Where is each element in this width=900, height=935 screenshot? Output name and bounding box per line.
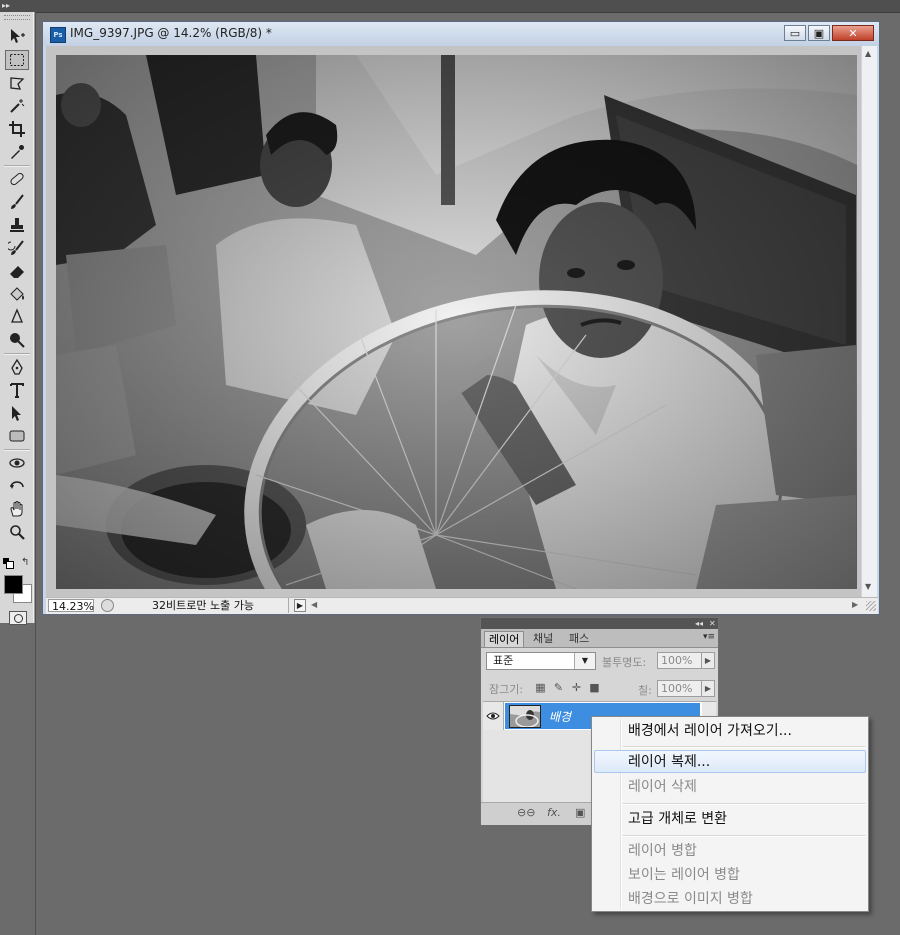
canvas-area[interactable] <box>46 46 861 597</box>
context-menu-separator <box>623 803 865 805</box>
maximize-button[interactable]: ▣ <box>808 25 830 41</box>
context-menu-gutter <box>620 719 622 909</box>
lock-icons-group: ▦ ✎ ✛ ■ <box>534 681 601 694</box>
tools-panel: ↰ <box>0 12 35 625</box>
menu-item-merge-layers[interactable]: 레이어 병합 <box>628 841 697 861</box>
mask-icon[interactable]: ▣ <box>575 806 585 819</box>
pen-tool-icon[interactable] <box>5 357 29 377</box>
lock-image-icon[interactable]: ✎ <box>552 681 565 694</box>
layer-thumbnail <box>509 705 541 728</box>
blend-mode-select[interactable]: 표준 ▼ <box>486 652 596 670</box>
lock-transparency-icon[interactable]: ▦ <box>534 681 547 694</box>
lock-position-icon[interactable]: ✛ <box>570 681 583 694</box>
blur-tool-icon[interactable] <box>5 307 29 327</box>
history-brush-tool-icon[interactable] <box>5 238 29 258</box>
opacity-slider-arrow-icon[interactable]: ▶ <box>701 652 715 669</box>
fx-icon[interactable]: fx. <box>547 806 561 819</box>
scroll-up-icon[interactable]: ▲ <box>865 49 871 58</box>
crop-tool-icon[interactable] <box>5 119 29 139</box>
eraser-tool-icon[interactable] <box>5 261 29 281</box>
tools-divider <box>4 165 30 167</box>
layer-name: 배경 <box>549 710 572 724</box>
opacity-label: 불투명도: <box>602 656 647 669</box>
menu-item-merge-visible[interactable]: 보이는 레이어 병합 <box>628 865 740 885</box>
status-info-icon[interactable] <box>101 599 114 612</box>
layers-panel-header[interactable]: ◂◂ ✕ <box>481 618 718 629</box>
lock-label: 잠그기: <box>489 683 524 696</box>
minimize-button[interactable]: ▭ <box>784 25 806 41</box>
quick-mask-icon[interactable] <box>9 611 27 625</box>
menu-item-delete-layer[interactable]: 레이어 삭제 <box>628 777 697 797</box>
paint-bucket-tool-icon[interactable] <box>5 284 29 304</box>
collapse-panel-icon[interactable]: ◂◂ <box>695 618 703 629</box>
menu-item-convert-to-smart-object[interactable]: 고급 개체로 변환 <box>628 809 727 829</box>
healing-brush-tool-icon[interactable] <box>5 169 29 189</box>
layers-panel-tabs: 레이어 채널 패스 ▾≡ <box>481 629 718 648</box>
default-colors-icon[interactable] <box>3 558 14 569</box>
zoom-tool-icon[interactable] <box>5 522 29 542</box>
brush-tool-icon[interactable] <box>5 192 29 212</box>
status-text: 32비트로만 노출 가능 <box>118 598 289 613</box>
eye-visibility-icon[interactable] <box>483 702 504 730</box>
tab-channels[interactable]: 채널 <box>529 631 557 647</box>
application-top-strip: ▸▸ <box>0 0 900 13</box>
document-photo <box>56 55 857 589</box>
close-button[interactable]: ✕ <box>832 25 874 41</box>
hand-tool-icon[interactable] <box>5 499 29 519</box>
magic-wand-tool-icon[interactable] <box>5 96 29 116</box>
clone-stamp-tool-icon[interactable] <box>5 215 29 235</box>
tab-paths[interactable]: 패스 <box>565 631 593 647</box>
document-titlebar[interactable]: Ps IMG_9397.JPG @ 14.2% (RGB/8) * ▭ ▣ ✕ <box>43 22 879 46</box>
workspace-divider <box>35 12 36 935</box>
photoshop-app-icon: Ps <box>50 27 66 43</box>
3d-orbit-tool-icon[interactable] <box>5 476 29 496</box>
tools-panel-grip[interactable] <box>4 15 30 20</box>
fill-label: 칠: <box>638 684 652 697</box>
marquee-tool-icon[interactable] <box>5 50 29 70</box>
document-title: IMG_9397.JPG @ 14.2% (RGB/8) * <box>70 26 272 40</box>
fill-field[interactable]: 100% <box>657 680 702 697</box>
scroll-right-icon[interactable]: ▶ <box>852 600 858 609</box>
document-window: Ps IMG_9397.JPG @ 14.2% (RGB/8) * ▭ ▣ ✕ <box>42 21 880 615</box>
foreground-color-swatch[interactable] <box>4 575 23 594</box>
blend-mode-value: 표준 <box>493 654 514 667</box>
scroll-left-icon[interactable]: ◀ <box>311 600 317 609</box>
panel-menu-icon[interactable]: ▾≡ <box>703 632 715 642</box>
chevron-down-icon: ▼ <box>574 653 595 669</box>
menu-item-duplicate-layer[interactable]: 레이어 복제... <box>628 752 710 772</box>
panel-collapse-icon[interactable]: ▸▸ <box>2 2 10 10</box>
rectangle-shape-tool-icon[interactable] <box>5 426 29 446</box>
3d-rotate-tool-icon[interactable] <box>5 453 29 473</box>
opacity-field[interactable]: 100% <box>657 652 702 669</box>
context-menu-separator <box>623 746 865 748</box>
status-menu-arrow-icon[interactable]: ▶ <box>294 599 306 612</box>
tab-layers[interactable]: 레이어 <box>484 631 525 647</box>
vertical-scrollbar[interactable]: ▲ ▼ <box>861 46 877 597</box>
layer-context-menu: 배경에서 레이어 가져오기... 레이어 복제... 레이어 삭제 고급 개체로… <box>591 716 869 912</box>
fill-slider-arrow-icon[interactable]: ▶ <box>701 680 715 697</box>
menu-item-flatten-image[interactable]: 배경으로 이미지 병합 <box>628 889 753 909</box>
lock-all-icon[interactable]: ■ <box>588 681 601 694</box>
eyedropper-tool-icon[interactable] <box>5 142 29 162</box>
move-tool-icon[interactable] <box>5 26 29 46</box>
link-icon[interactable]: ⊖⊖ <box>517 806 535 819</box>
path-selection-tool-icon[interactable] <box>5 403 29 423</box>
dodge-tool-icon[interactable] <box>5 330 29 350</box>
tools-divider <box>4 449 30 451</box>
tools-divider <box>4 353 30 355</box>
type-tool-icon[interactable] <box>5 380 29 400</box>
menu-item-layer-from-background[interactable]: 배경에서 레이어 가져오기... <box>628 721 792 741</box>
zoom-level-field[interactable]: 14.23% <box>48 599 94 613</box>
scroll-down-icon[interactable]: ▼ <box>865 582 871 591</box>
window-resize-grip[interactable] <box>866 601 876 611</box>
swap-colors-icon[interactable]: ↰ <box>21 557 29 568</box>
close-panel-icon[interactable]: ✕ <box>709 618 716 629</box>
lasso-tool-icon[interactable] <box>5 73 29 93</box>
document-status-bar: 14.23% 32비트로만 노출 가능 ▶ ◀ ▶ <box>46 597 878 614</box>
context-menu-separator <box>623 835 865 837</box>
